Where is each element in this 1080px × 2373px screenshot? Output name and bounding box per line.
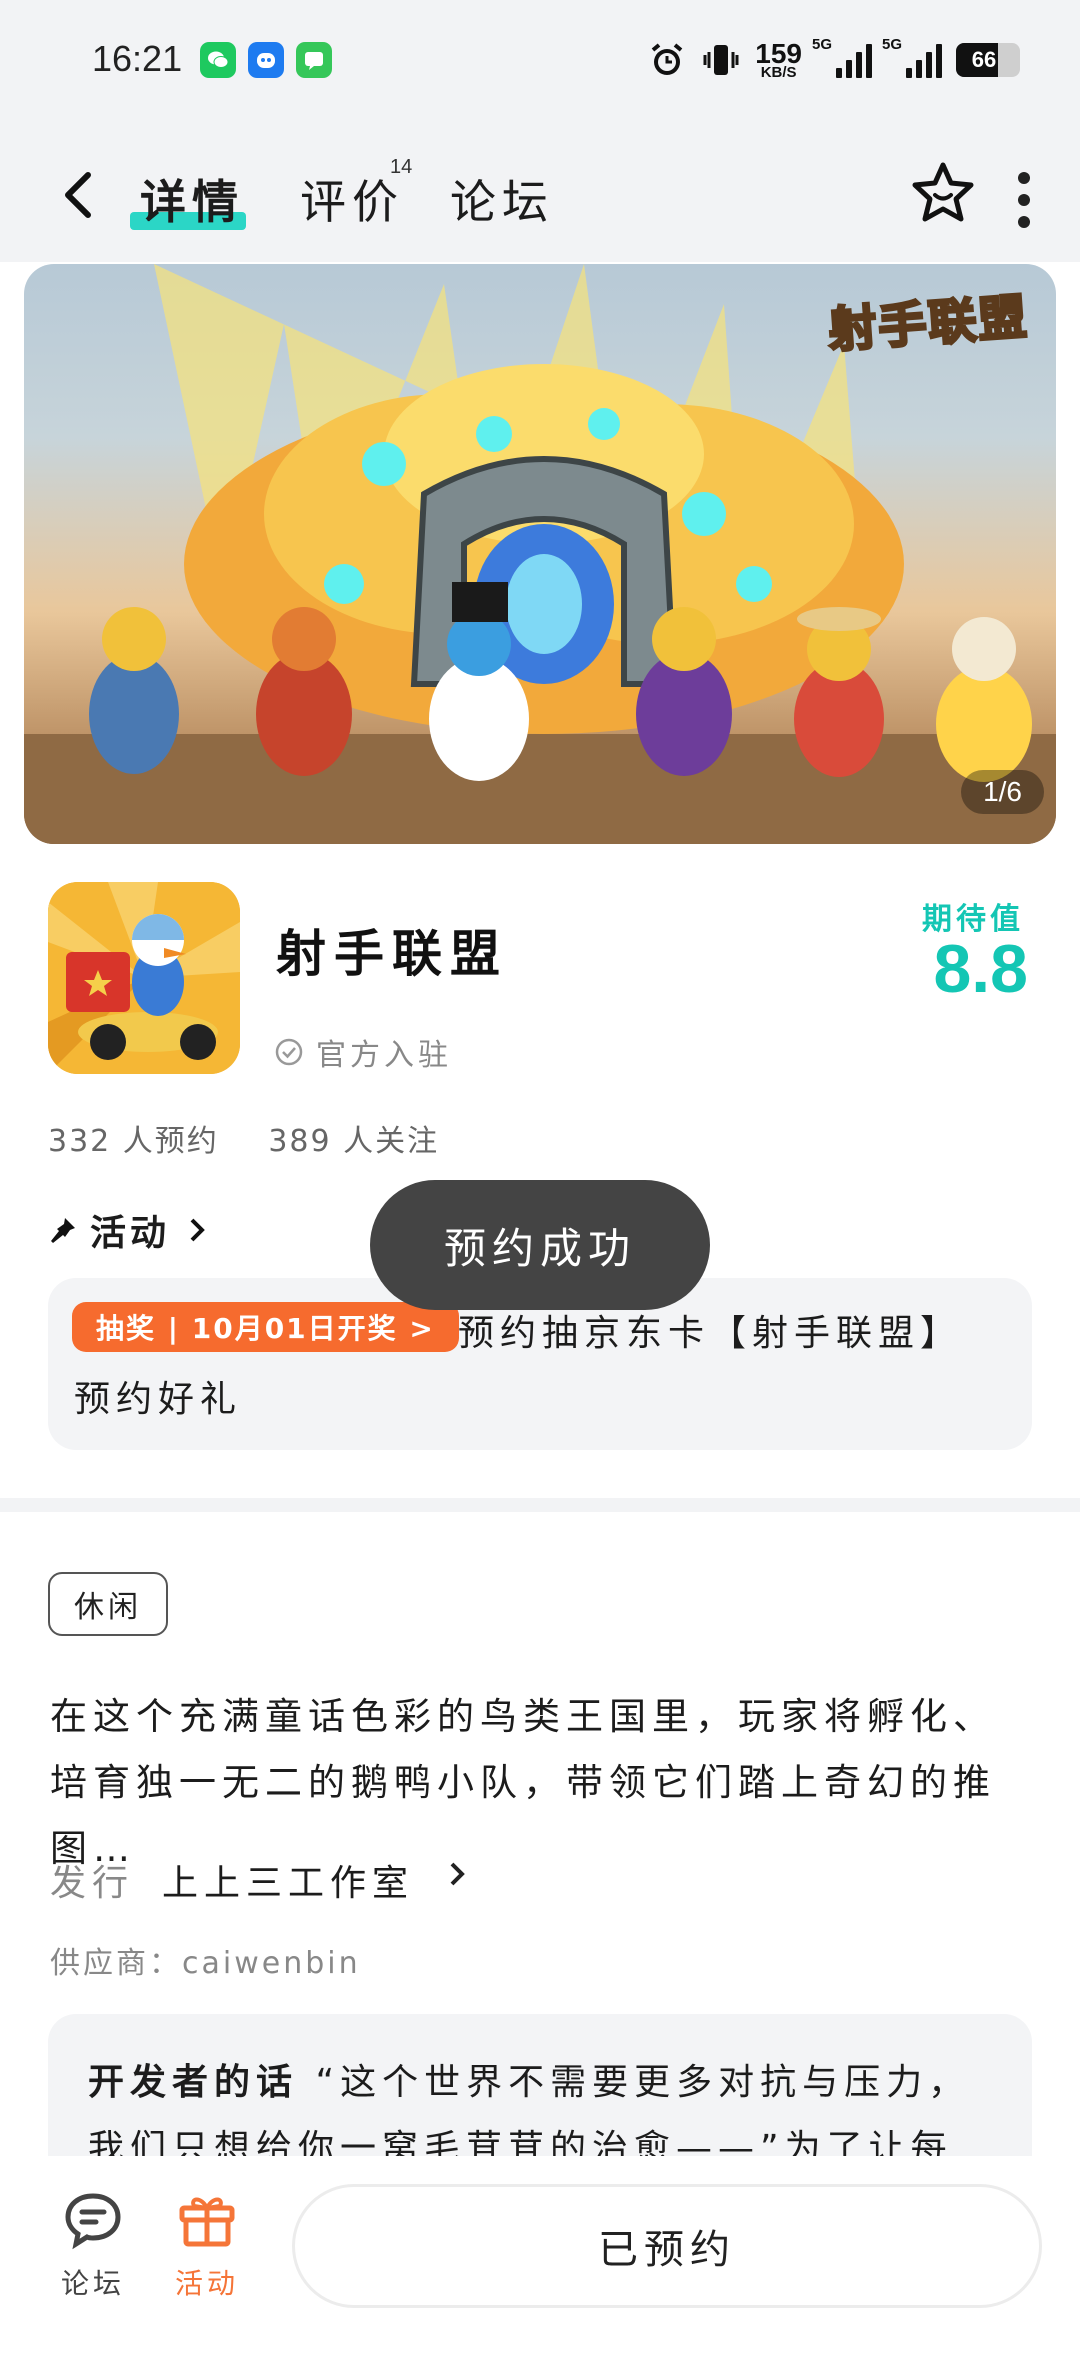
publisher-row[interactable]: 发行 上上三工作室 [50, 1854, 472, 1906]
activity-section-header[interactable]: 活动 [48, 1204, 212, 1256]
carousel-counter: 1/6 [961, 770, 1044, 814]
robot-app-icon [248, 42, 284, 78]
status-time: 16:21 [92, 38, 183, 79]
reserved-button[interactable]: 已预约 [292, 2184, 1042, 2308]
bottom-nav-activity[interactable]: 活动 [162, 2186, 252, 2302]
status-bar: 16:21 159 KB/S 5G 5G 66 [0, 0, 1080, 122]
signal-icon-1: 5G [812, 36, 872, 78]
follower-count: 389 人关注 [268, 1124, 440, 1159]
reservation-count: 332 人预约 [48, 1124, 219, 1159]
pin-icon [51, 1218, 75, 1243]
battery-icon: 66 [956, 43, 1020, 77]
screenshot-carousel[interactable]: 射手联盟 1/6 [24, 264, 1056, 844]
tab-reviews[interactable]: 评价 [300, 166, 404, 232]
gift-icon [179, 2197, 235, 2247]
status-indicators: 159 KB/S 5G 5G 66 [647, 36, 1020, 84]
official-verified-label: 官方入驻 [274, 1030, 452, 1074]
publisher-label: 发行 [50, 1863, 135, 1904]
message-app-icon [296, 42, 332, 78]
bottom-action-bar: 论坛 活动 已预约 [0, 2156, 1080, 2373]
tab-details[interactable]: 详情 [140, 166, 244, 232]
wechat-icon [200, 42, 236, 78]
favorite-star-icon[interactable] [910, 160, 976, 226]
game-title: 射手联盟 [276, 925, 508, 983]
activity-heading: 活动 [90, 1213, 171, 1254]
banner-game-logo: 射手联盟 [825, 288, 1031, 361]
chat-bubble-icon [65, 2193, 121, 2250]
check-circle-icon [275, 1038, 303, 1066]
reservation-success-toast: 预约成功 [370, 1180, 710, 1310]
activity-title: 预约抽京东卡【射手联盟】 [458, 1313, 963, 1354]
game-app-icon [48, 882, 240, 1074]
activity-label: 活动 [174, 2267, 239, 2300]
vibrate-icon [703, 45, 739, 75]
game-description[interactable]: 在这个充满童话色彩的鸟类王国里，玩家将孵化、培育独一无二的鹅鸭小队，带领它们踏上… [50, 1684, 1010, 1882]
game-stats: 332 人预约 389 人关注 [48, 1116, 477, 1160]
bottom-nav-forum[interactable]: 论坛 [48, 2186, 138, 2302]
developer-note-title: 开发者的话 [88, 2062, 299, 2103]
expectation-score-value: 8.8 [933, 931, 1028, 1007]
chevron-right-icon [450, 1862, 465, 1886]
publisher-name: 上上三工作室 [162, 1863, 415, 1904]
signal-icon-2: 5G [882, 36, 942, 78]
top-nav: 详情 评价 14 论坛 [0, 122, 1080, 262]
reviews-count-badge: 14 [390, 156, 413, 178]
supplier-info: 供应商：caiwenbin [50, 1946, 361, 1981]
more-options-icon[interactable] [1018, 172, 1030, 228]
section-divider [0, 1498, 1080, 1512]
lottery-tag: 抽奖 | 10月01日开奖 > [72, 1302, 459, 1352]
chevron-right-icon [190, 1218, 205, 1242]
genre-tag[interactable]: 休闲 [48, 1572, 168, 1636]
activity-subtitle: 预约好礼 [74, 1379, 243, 1420]
verified-text: 官方入驻 [316, 1038, 452, 1073]
network-speed: 159 KB/S [755, 37, 802, 81]
back-arrow-icon[interactable] [60, 170, 94, 220]
tab-forum[interactable]: 论坛 [450, 166, 554, 232]
forum-label: 论坛 [60, 2267, 125, 2300]
alarm-icon [652, 43, 683, 75]
